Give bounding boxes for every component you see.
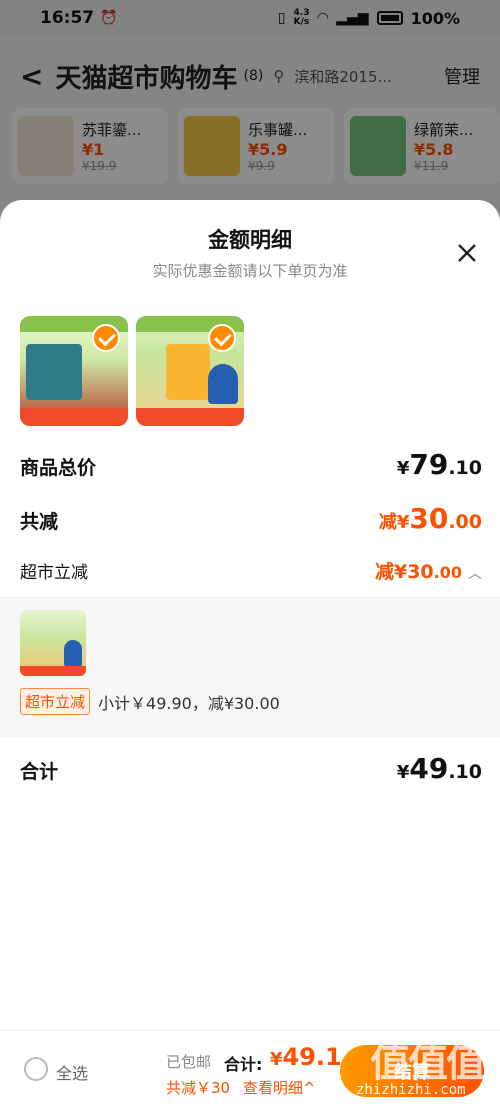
checkout-button[interactable]: 结算 xyxy=(340,1045,484,1097)
total-reduce-value: 减¥30.00 xyxy=(378,502,482,535)
selected-products xyxy=(20,316,244,426)
sheet-title: 金额明细 xyxy=(208,228,292,252)
sum-value: ¥49.10 xyxy=(396,752,482,785)
market-discount-row[interactable]: 超市立减 减¥30.00 ︿ xyxy=(20,557,482,584)
discount-tag: 超市立减 xyxy=(20,688,91,715)
view-detail-toggle[interactable]: 查看明细^ xyxy=(243,1079,316,1097)
total-price-value: ¥79.10 xyxy=(396,448,482,481)
bar-sum-label: 合计: xyxy=(224,1055,263,1074)
sheet-subtitle: 实际优惠金额请以下单页为准 xyxy=(152,262,348,280)
total-price-label: 商品总价 xyxy=(20,457,97,479)
bar-sum-value: ¥49.1 xyxy=(270,1043,342,1071)
discount-detail-line: 超市立减 小计￥49.90，减¥30.00 xyxy=(20,688,280,715)
sum-label: 合计 xyxy=(20,761,59,783)
free-shipping-label: 已包邮 xyxy=(166,1053,212,1071)
bar-reduce-text: 共减￥30 xyxy=(166,1079,231,1097)
total-reduce-label: 共减 xyxy=(20,511,59,533)
discount-detail-box: 超市立减 小计￥49.90，减¥30.00 xyxy=(0,597,500,737)
amount-detail-sheet: 金额明细 实际优惠金额请以下单页为准 商品总价 ¥79.10 共减 减¥30.0… xyxy=(0,200,500,1111)
sum-row: 合计 ¥49.10 xyxy=(20,752,482,785)
product-thumbnail[interactable] xyxy=(20,316,128,426)
select-all-radio[interactable] xyxy=(24,1057,48,1081)
checked-icon[interactable] xyxy=(92,324,120,352)
checked-icon[interactable] xyxy=(208,324,236,352)
market-discount-value: 减¥30.00 ︿ xyxy=(374,561,482,583)
checkout-bar: 全选 已包邮 合计: ¥49.1 共减￥30 查看明细^ 结算 xyxy=(0,1030,500,1111)
market-discount-label: 超市立减 xyxy=(20,563,88,583)
total-reduce-row: 共减 减¥30.00 xyxy=(20,502,482,535)
product-thumbnail xyxy=(20,610,86,676)
discount-detail-text: 小计￥49.90，减¥30.00 xyxy=(98,693,280,713)
close-icon[interactable] xyxy=(454,240,480,266)
bar-reduce-line: 共减￥30 查看明细^ xyxy=(166,1077,315,1098)
select-all-label[interactable]: 全选 xyxy=(56,1060,88,1084)
product-thumbnail[interactable] xyxy=(136,316,244,426)
total-price-row: 商品总价 ¥79.10 xyxy=(20,448,482,481)
chevron-up-icon[interactable]: ︿ xyxy=(468,566,482,582)
